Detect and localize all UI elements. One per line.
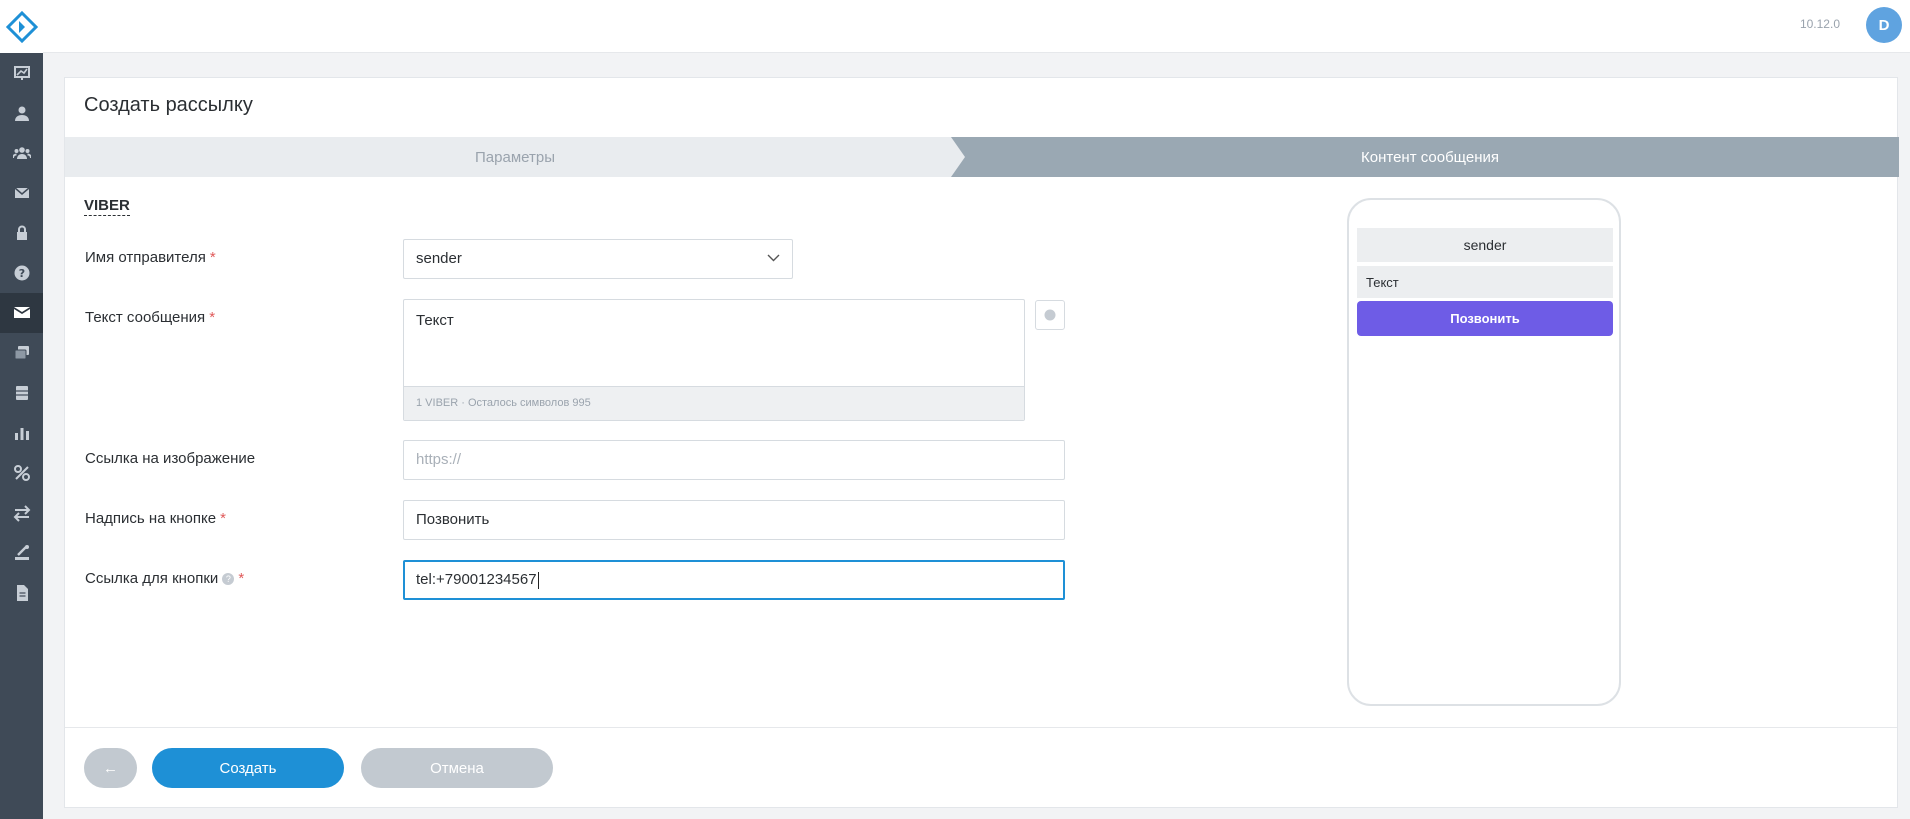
sidebar-item-reports[interactable]	[0, 413, 43, 453]
step-message-content[interactable]: Контент сообщения	[951, 137, 1899, 177]
user-icon	[14, 106, 29, 121]
message-char-counter: 1 VIBER · Осталось символов 995	[404, 386, 1024, 420]
image-link-label: Ссылка на изображение	[85, 450, 256, 467]
step-arrow	[951, 137, 965, 177]
sidebar-item-help[interactable]: ?	[0, 253, 43, 293]
required-mark: *	[220, 510, 226, 527]
cancel-button[interactable]: Отмена	[361, 748, 553, 788]
message-textarea[interactable]: Текст 1 VIBER · Осталось символов 995	[403, 299, 1025, 421]
integrations-icon	[13, 465, 30, 481]
sidebar-item-layers[interactable]	[0, 333, 43, 373]
message-label-text: Текст сообщения	[85, 309, 206, 326]
sidebar-item-user[interactable]	[0, 93, 43, 133]
layers-icon	[14, 346, 29, 360]
tools-icon	[14, 545, 29, 560]
help-icon: ?	[14, 265, 29, 281]
sidebar-item-groups[interactable]	[0, 133, 43, 173]
sidebar-item-campaigns[interactable]	[0, 293, 43, 333]
campaigns-icon	[13, 307, 30, 318]
mail-icon	[14, 187, 29, 198]
svg-text:?: ?	[18, 267, 24, 280]
dashboard-icon	[13, 66, 30, 80]
preview-text: Текст	[1357, 266, 1613, 298]
footer-divider	[65, 727, 1897, 728]
preview-button: Позвонить	[1357, 301, 1613, 336]
arrow-left-icon: ←	[103, 759, 118, 777]
message-label: Текст сообщения *	[85, 309, 215, 326]
sidebar-item-security[interactable]	[0, 213, 43, 253]
emoji-button[interactable]	[1035, 300, 1065, 330]
back-button[interactable]: ←	[84, 748, 137, 788]
sidebar-item-exchange[interactable]	[0, 493, 43, 533]
sidebar-item-database[interactable]	[0, 373, 43, 413]
step-parameters-label: Параметры	[475, 148, 555, 166]
exchange-icon	[13, 505, 30, 522]
button-link-label: Ссылка для кнопки? *	[85, 570, 244, 587]
sender-label: Имя отправителя *	[85, 249, 216, 266]
sidebar-item-documents[interactable]	[0, 573, 43, 613]
sidebar-item-dashboard[interactable]	[0, 53, 43, 93]
section-title-viber[interactable]: VIBER	[84, 197, 130, 216]
button-link-input-value: tel:+79001234567	[416, 571, 537, 588]
preview-sender: sender	[1357, 228, 1613, 262]
phone-preview: sender Текст Позвонить	[1347, 198, 1621, 706]
sidebar-item-integrations[interactable]	[0, 453, 43, 493]
emoji-icon	[1044, 309, 1056, 321]
image-link-input[interactable]: https://	[403, 440, 1065, 480]
create-button[interactable]: Создать	[152, 748, 344, 788]
help-icon[interactable]: ?	[222, 573, 235, 586]
logo-icon	[5, 10, 38, 43]
chevron-down-icon	[767, 254, 780, 262]
page-title: Создать рассылку	[84, 94, 253, 116]
sidebar-item-tools[interactable]	[0, 533, 43, 573]
message-textarea-value: Текст	[416, 312, 454, 329]
logo[interactable]	[0, 0, 43, 53]
step-message-content-label: Контент сообщения	[1361, 148, 1499, 166]
required-mark: *	[209, 249, 216, 266]
required-mark: *	[238, 570, 245, 587]
text-caret	[537, 571, 539, 589]
step-parameters[interactable]: Параметры	[65, 137, 965, 177]
top-bar: 10.12.0 D	[43, 0, 1910, 53]
database-icon	[15, 386, 28, 400]
button-text-input[interactable]: Позвонить	[403, 500, 1065, 540]
required-mark: *	[209, 309, 216, 326]
stepper: Параметры Контент сообщения	[65, 137, 1899, 177]
button-text-label: Надпись на кнопке *	[85, 510, 226, 527]
document-icon	[16, 585, 28, 601]
sender-label-text: Имя отправителя	[85, 249, 206, 266]
sidebar-item-mail[interactable]	[0, 173, 43, 213]
button-link-input[interactable]: tel:+79001234567	[403, 560, 1065, 600]
sidebar: ?	[0, 0, 43, 819]
app-version: 10.12.0	[1799, 17, 1840, 31]
button-link-label-text: Ссылка для кнопки	[85, 570, 219, 587]
sender-select-value: sender	[416, 250, 462, 267]
button-text-label-text: Надпись на кнопке	[85, 510, 217, 527]
sender-select[interactable]: sender	[403, 239, 793, 279]
lock-icon	[16, 225, 27, 240]
users-group-icon	[12, 147, 31, 159]
avatar[interactable]: D	[1866, 7, 1902, 43]
bar-chart-icon	[14, 428, 29, 440]
create-campaign-card: Создать рассылку Параметры Контент сообщ…	[64, 77, 1899, 808]
